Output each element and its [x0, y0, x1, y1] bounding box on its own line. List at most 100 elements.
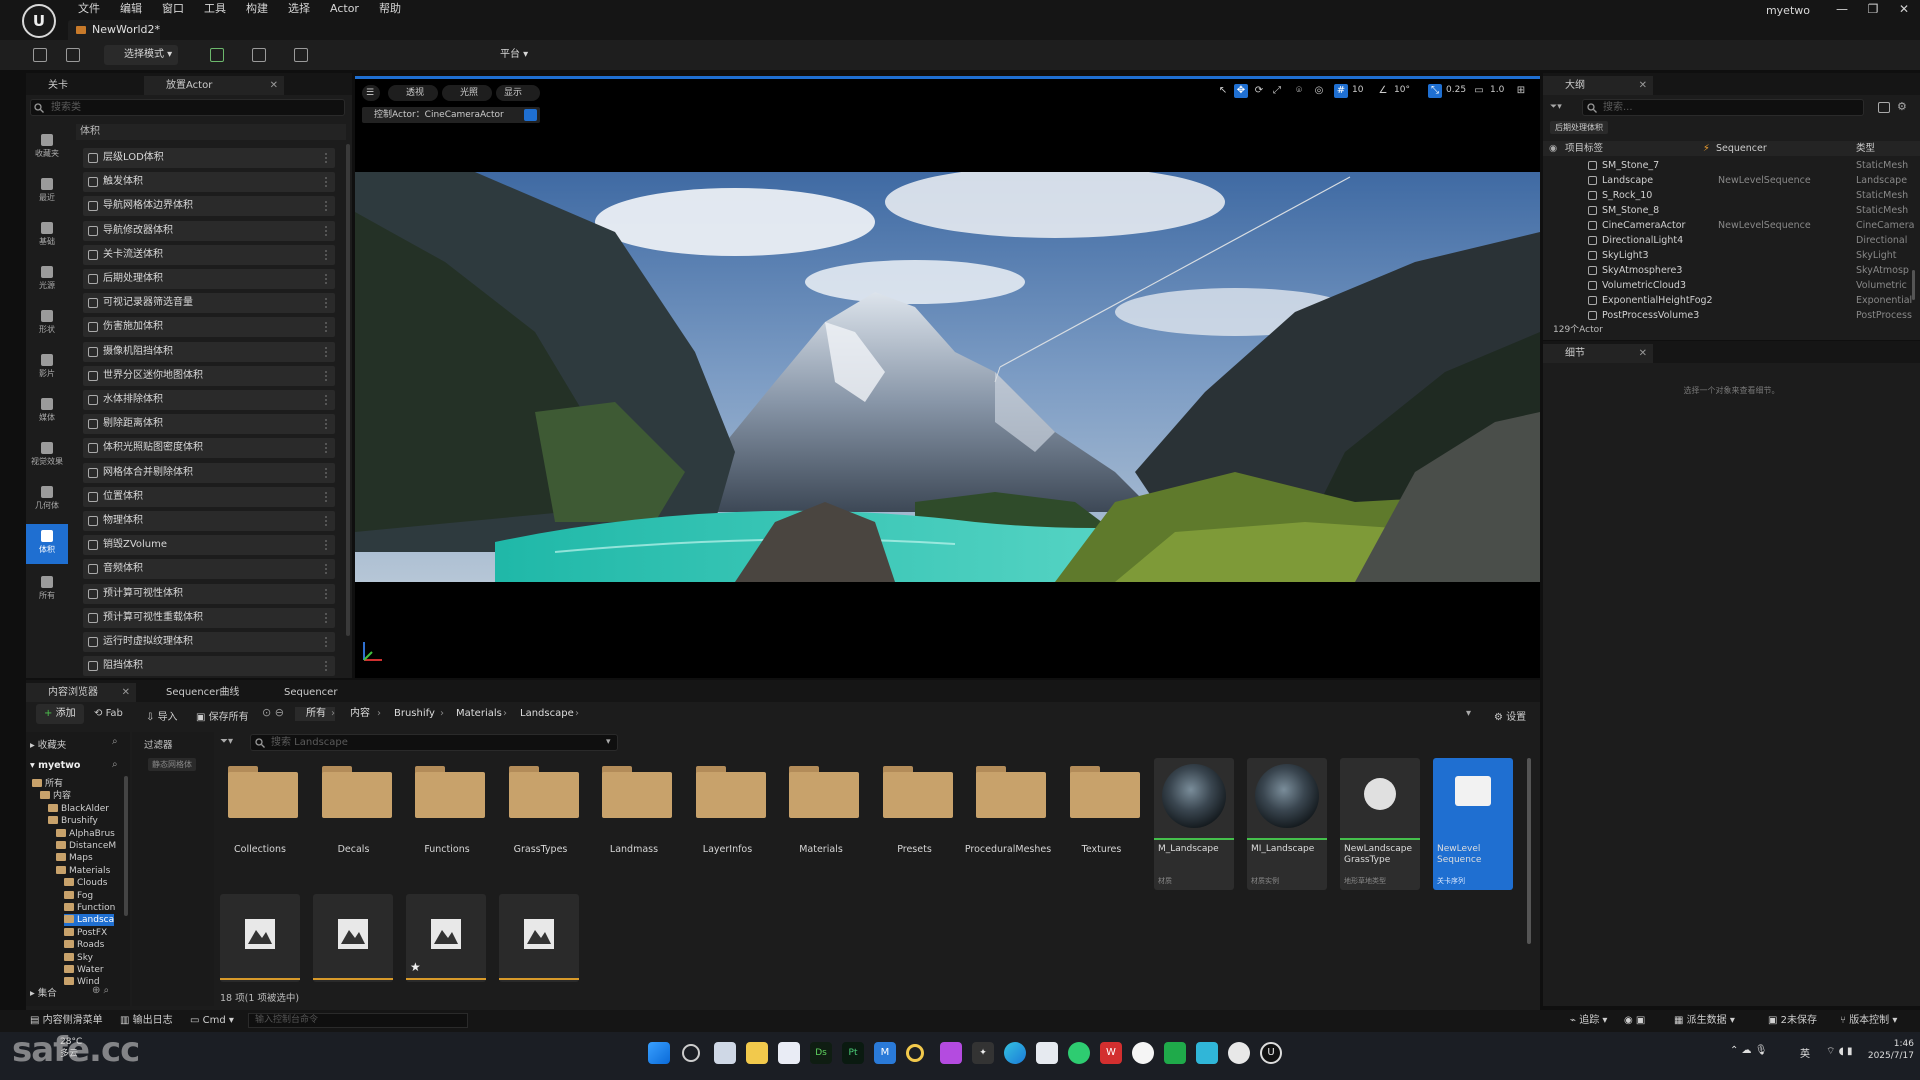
- volume-item[interactable]: 可视记录器筛选音量: [83, 293, 335, 314]
- drag-handle-icon[interactable]: [325, 225, 327, 236]
- category-cinematic[interactable]: 影片: [26, 348, 68, 388]
- class-search-input[interactable]: 搜索类: [30, 99, 345, 116]
- search-icon[interactable]: [682, 1044, 700, 1062]
- scale-icon[interactable]: ⤢: [1270, 84, 1284, 98]
- import-button[interactable]: ⇩ 导入: [146, 708, 178, 723]
- output-log-button[interactable]: ▥ 输出日志: [120, 1014, 173, 1028]
- camera-speed-icon[interactable]: ▭: [1472, 84, 1486, 98]
- task-view-icon[interactable]: [714, 1042, 736, 1064]
- wechat-icon[interactable]: [1068, 1042, 1090, 1064]
- wps-icon[interactable]: W: [1100, 1042, 1122, 1064]
- tab-sequencer[interactable]: Sequencer: [262, 683, 362, 702]
- volume-item[interactable]: 伤害施加体积: [83, 317, 335, 338]
- m-icon[interactable]: M: [874, 1042, 896, 1064]
- rotation-snap-value[interactable]: 10°: [1394, 85, 1410, 95]
- drag-handle-icon[interactable]: [325, 249, 327, 260]
- console-input[interactable]: 输入控制台命令: [248, 1013, 468, 1028]
- tree-folder[interactable]: Materials: [56, 865, 110, 877]
- unreal-taskbar-icon[interactable]: U: [1260, 1042, 1282, 1064]
- cmd-dropdown[interactable]: ▭ Cmd ▾: [190, 1014, 234, 1028]
- volume-item[interactable]: 触发体积: [83, 172, 335, 193]
- category-shapes[interactable]: 形状: [26, 304, 68, 344]
- close-button[interactable]: ✕: [1891, 2, 1917, 16]
- tab-content-browser[interactable]: 内容浏览器 ✕: [26, 683, 136, 702]
- drag-handle-icon[interactable]: [325, 201, 327, 212]
- chrome-icon[interactable]: [1228, 1042, 1250, 1064]
- tree-folder[interactable]: Clouds: [64, 877, 107, 889]
- app-green-icon[interactable]: [1164, 1042, 1186, 1064]
- category-all[interactable]: 所有: [26, 570, 68, 610]
- blueprint-icon[interactable]: [252, 48, 266, 62]
- close-icon[interactable]: ✕: [1639, 344, 1647, 363]
- outliner-row[interactable]: VolumetricCloud3 Volumetric: [1548, 278, 1916, 293]
- volume-list-scrollbar[interactable]: [346, 144, 350, 636]
- menu-tools[interactable]: 工具: [194, 1, 236, 17]
- app-light-icon[interactable]: [1036, 1042, 1058, 1064]
- volume-item[interactable]: 剔除距离体积: [83, 414, 335, 435]
- folder-tile[interactable]: Textures: [1064, 762, 1140, 858]
- content-drawer-button[interactable]: ▤ 内容侧滑菜单: [30, 1014, 103, 1028]
- tray-icons[interactable]: ⌃ ☁ 🎙: [1730, 1045, 1767, 1056]
- outliner-row[interactable]: SkyAtmosphere3 SkyAtmosp: [1548, 263, 1916, 278]
- outliner-row[interactable]: ExponentialHeightFog2 Exponential: [1548, 293, 1916, 308]
- drag-handle-icon[interactable]: [325, 346, 327, 357]
- app-dark-icon[interactable]: ✦: [972, 1042, 994, 1064]
- tree-folder[interactable]: Function: [64, 902, 115, 914]
- volume-item[interactable]: 水体排除体积: [83, 390, 335, 410]
- ime-indicator[interactable]: 英: [1800, 1045, 1810, 1060]
- volume-item[interactable]: 后期处理体积: [83, 269, 335, 289]
- tree-folder[interactable]: Water: [64, 964, 104, 976]
- tab-outliner[interactable]: 大纲 ✕: [1543, 76, 1653, 95]
- search-icon[interactable]: ⌕: [112, 736, 118, 747]
- drag-handle-icon[interactable]: [325, 564, 327, 575]
- select-mode-dropdown[interactable]: 选择模式 ▾: [104, 45, 179, 65]
- fab-button[interactable]: ⟲ Fab: [94, 708, 123, 719]
- volume-item[interactable]: 摄像机阻挡体积: [83, 341, 335, 362]
- folder-tile[interactable]: ProceduralMeshes: [965, 762, 1051, 858]
- col-sequencer[interactable]: Sequencer: [1716, 141, 1767, 156]
- platforms-dropdown[interactable]: 平台 ▾: [474, 45, 534, 65]
- breadcrumb-item[interactable]: 所有: [306, 707, 326, 721]
- perspective-button[interactable]: 透视: [388, 85, 438, 101]
- breadcrumb-item[interactable]: Brushify: [394, 707, 435, 721]
- menu-help[interactable]: 帮助: [369, 1, 411, 17]
- volume-item[interactable]: 预计算可视性重载体积: [83, 607, 335, 628]
- tab-place-actors[interactable]: 放置Actor ✕: [144, 76, 284, 95]
- drag-handle-icon[interactable]: [325, 612, 327, 623]
- outliner-row[interactable]: SkyLight3 SkyLight: [1548, 248, 1916, 263]
- history-back-icon[interactable]: ⊙ ⊖: [262, 706, 284, 719]
- folder-tile[interactable]: Presets: [877, 762, 953, 858]
- tree-folder[interactable]: 内容: [40, 790, 71, 802]
- favorites-header[interactable]: ▸ 收藏夹: [30, 737, 66, 751]
- drag-handle-icon[interactable]: [325, 491, 327, 502]
- outliner-row[interactable]: DirectionalLight4 Directional: [1548, 233, 1916, 248]
- close-icon[interactable]: ✕: [122, 683, 130, 702]
- volume-item[interactable]: 运行时虚拟纹理体积: [83, 632, 335, 652]
- maximize-button[interactable]: ❐: [1860, 2, 1886, 16]
- asset-search-input[interactable]: 搜索 Landscape: [250, 734, 618, 751]
- category-favorites[interactable]: 收藏夹: [26, 128, 68, 168]
- browse-icon[interactable]: [66, 48, 80, 62]
- unsaved-button[interactable]: ▣ 2未保存: [1768, 1014, 1817, 1028]
- outliner-row[interactable]: Landscape NewLevelSequence Landscape: [1548, 173, 1916, 188]
- minimize-button[interactable]: —: [1829, 2, 1855, 16]
- menu-file[interactable]: 文件: [68, 1, 110, 17]
- project-header[interactable]: ▾ myetwo: [30, 760, 80, 771]
- drag-handle-icon[interactable]: [325, 177, 327, 188]
- volume-item[interactable]: 关卡流送体积: [83, 244, 335, 265]
- camera-speed-value[interactable]: 1.0: [1490, 85, 1504, 95]
- camera-icon[interactable]: [524, 109, 537, 121]
- folder-tile[interactable]: LayerInfos: [690, 762, 766, 858]
- filter-static-mesh[interactable]: 静态网格体: [148, 758, 196, 771]
- drag-handle-icon[interactable]: [325, 637, 327, 647]
- breadcrumb-item[interactable]: Landscape: [520, 707, 574, 721]
- texture-tile[interactable]: ★: [406, 894, 486, 982]
- search-dropdown-icon[interactable]: ▾: [606, 737, 611, 747]
- category-lights[interactable]: 光源: [26, 260, 68, 300]
- category-geometry[interactable]: 几何体: [26, 480, 68, 520]
- outliner-row[interactable]: CineCameraActor NewLevelSequence CineCamer…: [1548, 218, 1916, 233]
- category-basic[interactable]: 基础: [26, 216, 68, 256]
- tree-folder[interactable]: Sky: [64, 952, 93, 964]
- app-icon[interactable]: [778, 1042, 800, 1064]
- gear-icon[interactable]: ⚙: [1897, 100, 1907, 113]
